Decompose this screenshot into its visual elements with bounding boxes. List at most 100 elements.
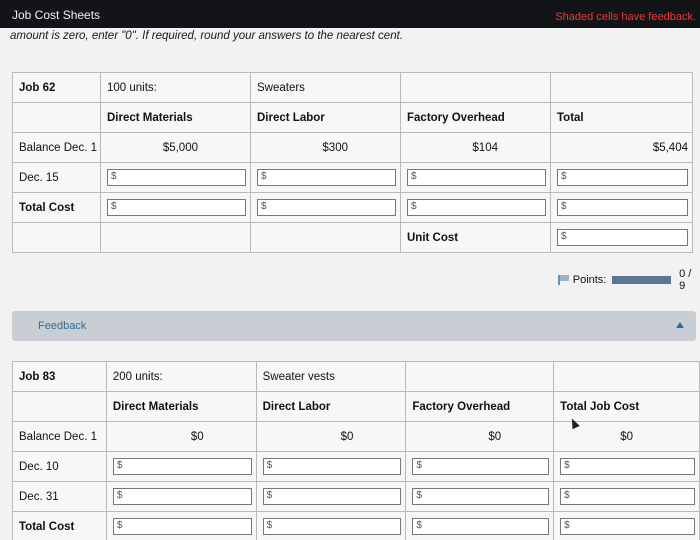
table-row: Job 62 100 units: Sweaters bbox=[12, 72, 693, 103]
foh-input-dec10[interactable]: $ bbox=[412, 458, 550, 475]
dollar-sign: $ bbox=[564, 520, 570, 531]
row-label: Dec. 10 bbox=[12, 451, 107, 482]
balance-foh-value: $0 bbox=[405, 421, 555, 452]
dollar-sign: $ bbox=[564, 490, 570, 501]
unit-cost-label: Unit Cost bbox=[400, 222, 551, 253]
amount-input[interactable] bbox=[420, 170, 545, 185]
feedback-label: Feedback bbox=[38, 320, 87, 332]
feedback-toggle[interactable]: Feedback bbox=[12, 311, 696, 341]
foh-input-total[interactable]: $ bbox=[412, 518, 550, 535]
amount-input[interactable] bbox=[120, 170, 245, 185]
amount-input[interactable] bbox=[270, 200, 395, 215]
product-name: Sweater vests bbox=[255, 361, 407, 392]
total-input-total[interactable]: $ bbox=[557, 199, 688, 216]
points-score: 0 / 9 bbox=[679, 268, 692, 292]
total-input-dec10[interactable]: $ bbox=[560, 458, 695, 475]
foh-input-total[interactable]: $ bbox=[407, 199, 546, 216]
dollar-sign: $ bbox=[111, 171, 117, 182]
row-label: Total Cost bbox=[12, 511, 107, 540]
collapse-arrow-icon[interactable] bbox=[676, 322, 684, 328]
dollar-sign: $ bbox=[411, 201, 417, 212]
row-label: Total Cost bbox=[12, 192, 101, 223]
header-factory-overhead: Factory Overhead bbox=[400, 102, 551, 133]
dollar-sign: $ bbox=[116, 490, 123, 501]
amount-input[interactable] bbox=[275, 489, 401, 504]
amount-input[interactable] bbox=[120, 200, 245, 215]
table-row: Dec. 31 $ $ $ $ bbox=[12, 481, 700, 512]
title-bar: Job Cost Sheets Shaded cells have feedba… bbox=[0, 0, 700, 28]
amount-input[interactable] bbox=[275, 459, 401, 474]
dollar-sign: $ bbox=[564, 460, 570, 471]
amount-input[interactable] bbox=[570, 170, 687, 185]
amount-input[interactable] bbox=[573, 459, 694, 474]
table-row: Dec. 10 $ $ $ $ bbox=[12, 451, 700, 482]
foh-input-dec31[interactable]: $ bbox=[412, 488, 550, 505]
balance-total-value: $5,404 bbox=[550, 132, 693, 163]
total-input-total[interactable]: $ bbox=[560, 518, 695, 535]
job-number: Job 62 bbox=[12, 72, 101, 103]
flag-icon bbox=[558, 275, 570, 285]
product-name: Sweaters bbox=[250, 72, 401, 103]
header-direct-labor: Direct Labor bbox=[255, 391, 407, 422]
dm-input-total[interactable]: $ bbox=[107, 199, 246, 216]
table-row: Total Cost $ $ $ $ bbox=[12, 511, 700, 540]
dl-input-total[interactable]: $ bbox=[262, 518, 402, 535]
row-label: Dec. 31 bbox=[12, 481, 107, 512]
amount-input[interactable] bbox=[425, 519, 549, 534]
dollar-sign: $ bbox=[116, 520, 123, 531]
table-row: Balance Dec. 1 $0 $0 $0 $0 bbox=[12, 421, 700, 452]
amount-input[interactable] bbox=[573, 489, 694, 504]
total-input-dec15[interactable]: $ bbox=[557, 169, 688, 186]
dollar-sign: $ bbox=[416, 490, 422, 501]
balance-dl-value: $0 bbox=[255, 421, 407, 452]
amount-input[interactable] bbox=[125, 489, 251, 504]
dollar-sign: $ bbox=[416, 520, 422, 531]
job-83-cost-sheet: Job 83 200 units: Sweater vests Direct M… bbox=[12, 361, 700, 540]
dollar-sign: $ bbox=[266, 520, 273, 531]
table-row: Balance Dec. 1 $5,000 $300 $104 $5,404 bbox=[12, 132, 693, 163]
amount-input[interactable] bbox=[125, 459, 251, 474]
dl-input-dec15[interactable]: $ bbox=[257, 169, 396, 186]
header-direct-labor: Direct Labor bbox=[250, 102, 401, 133]
page-title: Job Cost Sheets bbox=[12, 8, 101, 22]
dm-input-dec10[interactable]: $ bbox=[112, 458, 252, 475]
amount-input[interactable] bbox=[570, 200, 687, 215]
dm-input-total[interactable]: $ bbox=[112, 518, 252, 535]
table-row: Direct Materials Direct Labor Factory Ov… bbox=[12, 102, 693, 133]
instructions-text: amount is zero, enter "0". If required, … bbox=[10, 30, 403, 42]
balance-dl-value: $300 bbox=[250, 132, 401, 163]
dollar-sign: $ bbox=[561, 231, 567, 242]
dollar-sign: $ bbox=[416, 460, 422, 471]
table-row: Total Cost $ $ $ $ bbox=[12, 192, 693, 223]
points-label: Points: bbox=[572, 274, 607, 286]
balance-foh-value: $104 bbox=[400, 132, 551, 163]
header-total: Total bbox=[550, 102, 693, 133]
dollar-sign: $ bbox=[261, 171, 267, 182]
dollar-sign: $ bbox=[111, 201, 117, 212]
table-row: Job 83 200 units: Sweater vests bbox=[12, 361, 700, 392]
amount-input[interactable] bbox=[125, 519, 251, 534]
total-input-dec31[interactable]: $ bbox=[560, 488, 695, 505]
points-progress-bar bbox=[612, 276, 672, 284]
dollar-sign: $ bbox=[261, 201, 267, 212]
dollar-sign: $ bbox=[116, 460, 123, 471]
unit-cost-input[interactable]: $ bbox=[557, 229, 688, 246]
amount-input[interactable] bbox=[570, 230, 687, 245]
dollar-sign: $ bbox=[411, 171, 417, 182]
dm-input-dec15[interactable]: $ bbox=[107, 169, 246, 186]
dl-input-dec10[interactable]: $ bbox=[262, 458, 402, 475]
row-label: Balance Dec. 1 bbox=[12, 132, 101, 163]
dm-input-dec31[interactable]: $ bbox=[112, 488, 252, 505]
foh-input-dec15[interactable]: $ bbox=[407, 169, 546, 186]
units-label: 100 units: bbox=[100, 72, 251, 103]
amount-input[interactable] bbox=[420, 200, 545, 215]
amount-input[interactable] bbox=[425, 489, 549, 504]
row-label: Balance Dec. 1 bbox=[12, 421, 107, 452]
dl-input-total[interactable]: $ bbox=[257, 199, 396, 216]
amount-input[interactable] bbox=[275, 519, 401, 534]
dollar-sign: $ bbox=[266, 460, 273, 471]
amount-input[interactable] bbox=[425, 459, 549, 474]
dl-input-dec31[interactable]: $ bbox=[262, 488, 402, 505]
amount-input[interactable] bbox=[573, 519, 694, 534]
amount-input[interactable] bbox=[270, 170, 395, 185]
